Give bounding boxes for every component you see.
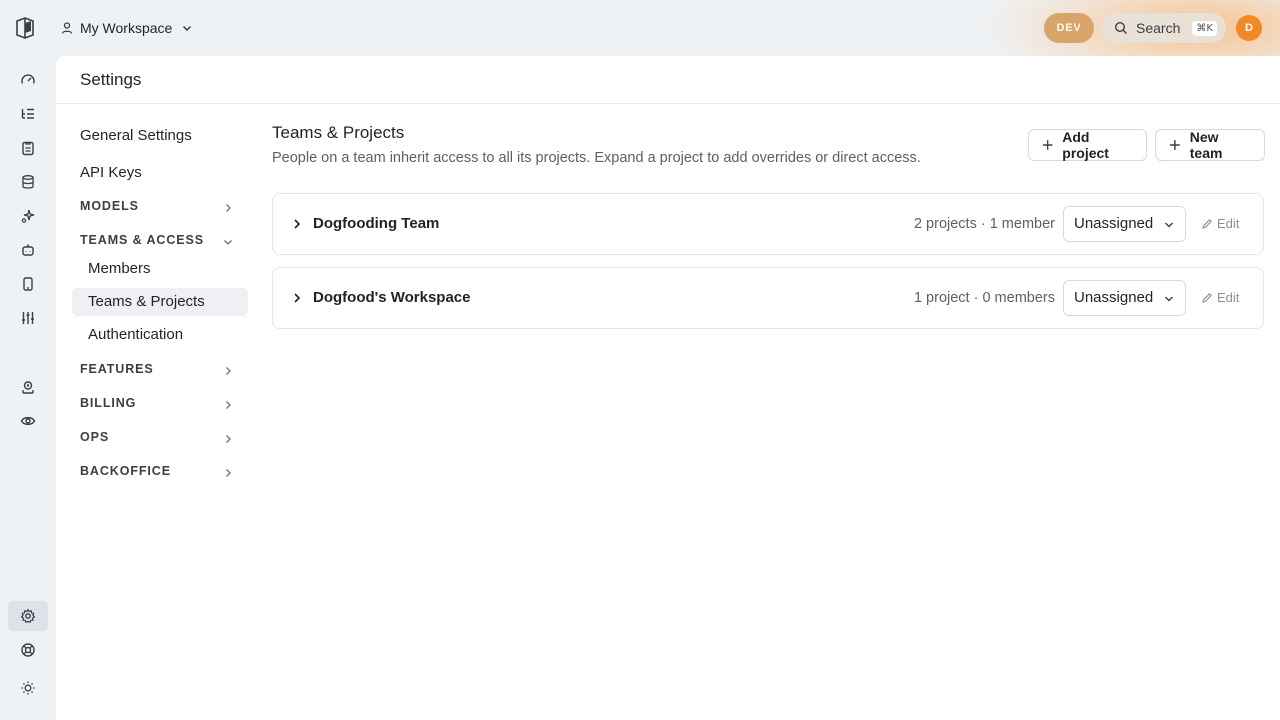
app-logo-icon[interactable]	[14, 16, 36, 40]
chevron-down-icon	[183, 25, 192, 32]
pencil-icon	[1202, 218, 1212, 229]
plus-icon	[1042, 140, 1053, 150]
edit-button[interactable]: Edit	[1201, 216, 1239, 231]
nav-section-label: BACKOFFICE	[80, 464, 171, 478]
nav-members[interactable]: Members	[72, 255, 248, 283]
edit-label: Edit	[1217, 216, 1240, 231]
search-shortcut: ⌘K	[1192, 20, 1217, 36]
eye-icon[interactable]	[8, 407, 48, 435]
edit-label: Edit	[1217, 290, 1240, 305]
nav-authentication[interactable]: Authentication	[72, 321, 248, 349]
chevron-right-icon	[226, 435, 231, 443]
chevron-down-icon	[1165, 296, 1173, 302]
workspace-switcher[interactable]: My Workspace	[60, 16, 194, 40]
plus-icon	[1169, 140, 1180, 150]
avatar[interactable]: D	[1236, 15, 1262, 41]
nav-section-label: MODELS	[80, 199, 139, 213]
nav-section-label: FEATURES	[80, 362, 154, 376]
nav-section-billing[interactable]: BILLING	[80, 396, 234, 414]
new-team-label: New team	[1189, 129, 1223, 161]
search-label: Search	[1136, 20, 1181, 36]
lifebuoy-icon[interactable]	[8, 636, 48, 664]
env-badge: DEV	[1044, 13, 1094, 43]
sparkle-icon[interactable]	[8, 202, 48, 230]
role-select-value: Unassigned	[1074, 289, 1154, 306]
chevron-down-icon	[224, 240, 232, 245]
sliders-icon[interactable]	[8, 304, 48, 332]
pencil-icon	[1202, 292, 1212, 303]
content-title: Teams & Projects	[272, 123, 405, 142]
phone-icon[interactable]	[8, 270, 48, 298]
sun-icon[interactable]	[8, 674, 48, 702]
edit-button[interactable]: Edit	[1201, 290, 1239, 305]
team-row: Dogfood's Workspace 1 project · 0 member…	[272, 267, 1264, 329]
nav-section-label: TEAMS & ACCESS	[80, 233, 204, 247]
page-title: Settings	[80, 70, 142, 89]
user-badge-icon[interactable]	[8, 373, 48, 401]
team-name[interactable]: Dogfood's Workspace	[313, 289, 470, 306]
chevron-right-icon[interactable]	[291, 217, 303, 231]
nav-section-label: BILLING	[80, 396, 137, 410]
gear-icon[interactable]	[8, 601, 48, 631]
nav-section-label: OPS	[80, 430, 110, 444]
nav-general-settings[interactable]: General Settings	[80, 127, 192, 144]
top-bar: My Workspace DEV Search ⌘K D	[0, 0, 1280, 56]
search-icon	[1114, 21, 1127, 34]
settings-header: Settings	[56, 56, 1280, 104]
role-select-value: Unassigned	[1074, 215, 1154, 232]
team-meta: 2 projects · 1 member	[913, 216, 1055, 232]
bot-icon[interactable]	[8, 236, 48, 264]
gauge-icon[interactable]	[8, 66, 48, 94]
nav-section-features[interactable]: FEATURES	[80, 362, 234, 380]
nav-section-backoffice[interactable]: BACKOFFICE	[80, 464, 234, 482]
nav-section-models[interactable]: MODELS	[80, 199, 234, 217]
database-icon[interactable]	[8, 168, 48, 196]
nav-teams-projects[interactable]: Teams & Projects	[72, 288, 248, 316]
chevron-right-icon[interactable]	[291, 291, 303, 305]
role-select[interactable]: Unassigned	[1063, 206, 1186, 242]
chevron-right-icon	[226, 469, 231, 477]
chevron-down-icon	[1165, 222, 1173, 228]
user-icon	[61, 22, 73, 34]
role-select[interactable]: Unassigned	[1063, 280, 1186, 316]
team-meta: 1 project · 0 members	[913, 290, 1055, 306]
new-team-button[interactable]: New team	[1155, 129, 1265, 161]
nav-section-ops[interactable]: OPS	[80, 430, 234, 448]
add-project-button[interactable]: Add project	[1028, 129, 1147, 161]
nav-section-teams-access[interactable]: TEAMS & ACCESS	[80, 233, 234, 251]
nav-api-keys[interactable]: API Keys	[80, 164, 142, 181]
team-name[interactable]: Dogfooding Team	[313, 215, 439, 232]
list-tree-icon[interactable]	[8, 100, 48, 128]
content-description: People on a team inherit access to all i…	[272, 150, 921, 166]
main-panel: Settings General Settings API Keys MODEL…	[56, 56, 1280, 720]
chevron-right-icon	[226, 401, 231, 409]
team-row: Dogfooding Team 2 projects · 1 member Un…	[272, 193, 1264, 255]
chevron-right-icon	[226, 367, 231, 375]
clipboard-icon[interactable]	[8, 134, 48, 162]
workspace-name: My Workspace	[80, 20, 173, 36]
search-button[interactable]: Search ⌘K	[1102, 13, 1226, 43]
chevron-right-icon	[226, 204, 231, 212]
add-project-label: Add project	[1062, 129, 1109, 161]
